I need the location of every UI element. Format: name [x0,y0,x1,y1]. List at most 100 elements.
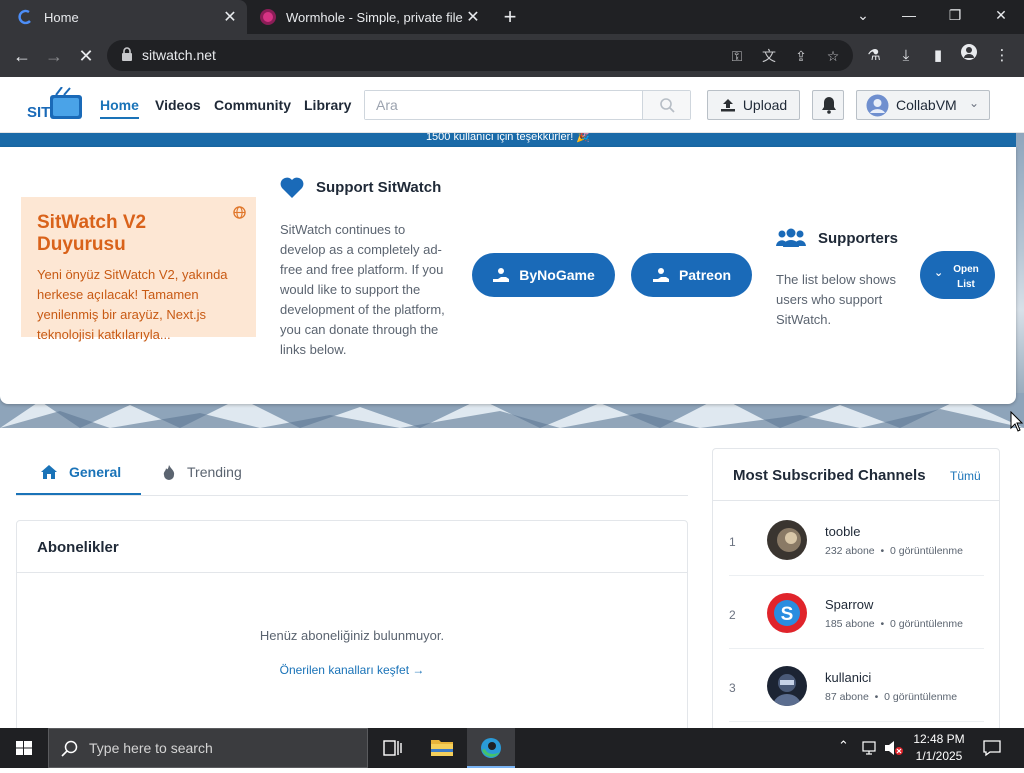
browser-tab-bar: Home ✕ Wormhole - Simple, private file s… [0,0,1024,34]
key-icon[interactable]: ⚿ [727,46,747,66]
labs-flask-icon[interactable]: ⚗ [862,44,886,68]
channel-row[interactable]: 1 tooble 232 abone • 0 görüntülenme [729,503,984,576]
task-view-button[interactable] [368,728,416,768]
support-title: Support SitWatch [316,179,442,196]
upload-button[interactable]: Upload [707,90,800,120]
nav-library[interactable]: Library [304,97,351,113]
edge-browser-icon [481,738,501,758]
v2-announcement[interactable]: SitWatch V2 Duyurusu Yeni önyüz SitWatch… [21,197,256,342]
v2-description: Yeni önyüz SitWatch V2, yakında herkese … [37,267,228,342]
tab-search-chevron-down-icon[interactable]: ⌄ [840,0,886,30]
sitwatch-favicon-icon [18,9,34,25]
browser-toolbar: ← → ✕ sitwatch.net ⚿ 文 ⇪ ☆ ⚗ ⤓ ▮ ⋮ [0,34,1024,77]
tab-active-underline [16,493,141,495]
tab-home[interactable]: Home ✕ [0,0,247,34]
channel-avatar[interactable] [767,666,807,706]
see-all-link[interactable]: Tümü [950,469,981,483]
subscriptions-title: Abonelikler [37,539,119,556]
clock-time: 12:48 PM [913,732,965,746]
clock-date: 1/1/2025 [915,749,963,763]
stop-loading-icon[interactable]: ✕ [72,42,100,70]
user-avatar-icon [866,94,889,117]
restore-button[interactable]: ❐ [932,0,978,30]
close-tab-icon[interactable]: ✕ [221,7,239,27]
channel-row[interactable]: 2 S Sparrow 185 abone • 0 görüntülenme [729,576,984,649]
discover-channels-link[interactable]: Önerilen kanalları keşfet → [17,663,687,677]
url-text[interactable]: sitwatch.net [142,47,216,63]
bookmark-star-icon[interactable]: ☆ [823,46,843,66]
minimize-button[interactable]: — [886,0,932,30]
fire-icon [163,464,175,480]
taskbar-search-box[interactable]: Type here to search [48,728,368,768]
folder-icon [431,740,453,756]
show-hidden-icons-chevron-up-icon[interactable]: ⌃ [838,738,849,754]
channel-avatar[interactable]: S [767,593,807,633]
translate-icon[interactable]: 文 [759,46,779,66]
subscriptions-empty-text: Henüz aboneliğiniz bulunmuyor. [259,628,445,643]
sitwatch-logo[interactable]: SIT [26,86,84,123]
new-tab-button[interactable]: + [498,5,522,29]
nav-videos[interactable]: Videos [155,97,201,113]
nav-community[interactable]: Community [214,97,291,113]
close-tab-icon[interactable]: ✕ [464,7,482,27]
start-button[interactable] [0,728,48,768]
supporters-title: Supporters [818,230,899,247]
volume-muted-icon[interactable] [884,740,904,756]
donate-hand-icon [493,268,510,282]
taskbar-clock[interactable]: 12:48 PM 1/1/2025 [908,731,970,765]
edge-browser-button[interactable] [467,728,515,768]
tab-general[interactable]: General [41,464,121,480]
download-icon[interactable]: ⤓ [894,44,918,68]
channel-rank: 3 [729,681,736,695]
windows-taskbar: Type here to search ⌃ 12:48 PM 1/1/2025 [0,728,1024,768]
open-list-button[interactable]: ⌄ Open List [920,251,995,299]
chevron-down-icon: ⌄ [969,96,980,110]
bynogame-donate-button[interactable]: ByNoGame [472,253,615,297]
file-explorer-button[interactable] [418,728,466,768]
notification-center-icon[interactable] [982,739,1002,757]
notifications-button[interactable] [812,90,844,120]
taskbar-search-placeholder: Type here to search [89,740,213,756]
channel-avatar[interactable] [767,520,807,560]
more-menu-icon[interactable]: ⋮ [990,44,1014,68]
lock-icon[interactable] [117,46,137,66]
supporters-description: The list below shows users who support S… [776,272,896,327]
channel-stats: 87 abone • 0 görüntülenme [825,691,958,703]
announcement-strip: 1500 kullanıcı için teşekkürler! 🎉 [0,133,1016,147]
user-menu-button[interactable]: CollabVM ⌄ [856,90,990,120]
upload-icon [720,99,735,112]
upload-label: Upload [742,97,788,113]
tab-wormhole[interactable]: Wormhole - Simple, private file sharing … [250,0,490,34]
search-button[interactable] [642,91,690,119]
windows-logo-icon [16,741,32,755]
side-panel-icon[interactable]: ▮ [926,44,950,68]
svg-text:S: S [781,604,794,625]
mouse-cursor-icon [1010,411,1024,432]
subscriptions-card: Abonelikler Henüz aboneliğiniz bulunmuyo… [16,520,688,750]
search-bar [364,90,691,120]
forward-arrow-icon[interactable]: → [40,42,68,70]
address-bar[interactable]: sitwatch.net ⚿ 文 ⇪ ☆ [107,40,853,71]
nav-home[interactable]: Home [100,97,139,113]
channel-name[interactable]: tooble [825,524,860,539]
hero-banner: 1500 kullanıcı için teşekkürler! 🎉 SitWa… [0,133,1024,428]
channel-row[interactable]: 3 kullanici 87 abone • 0 görüntülenme [729,649,984,722]
share-icon[interactable]: ⇪ [791,46,811,66]
globe-icon [233,206,246,219]
channel-rank: 1 [729,535,736,549]
wormhole-favicon-icon [260,9,276,25]
open-list-label: Open List [953,264,979,290]
user-name: CollabVM [896,97,957,113]
back-arrow-icon[interactable]: ← [8,42,36,70]
search-icon [61,740,78,757]
support-description: SitWatch continues to develop as a compl… [280,222,445,357]
close-window-button[interactable]: ✕ [978,0,1024,30]
patreon-donate-button[interactable]: Patreon [631,253,752,297]
channel-name[interactable]: Sparrow [825,597,873,612]
search-input[interactable] [365,91,642,119]
channel-name[interactable]: kullanici [825,670,871,685]
tab-trending[interactable]: Trending [163,464,242,480]
v2-title: SitWatch V2 Duyurusu [37,212,147,255]
network-icon[interactable] [862,740,880,756]
profile-icon[interactable] [957,44,981,68]
